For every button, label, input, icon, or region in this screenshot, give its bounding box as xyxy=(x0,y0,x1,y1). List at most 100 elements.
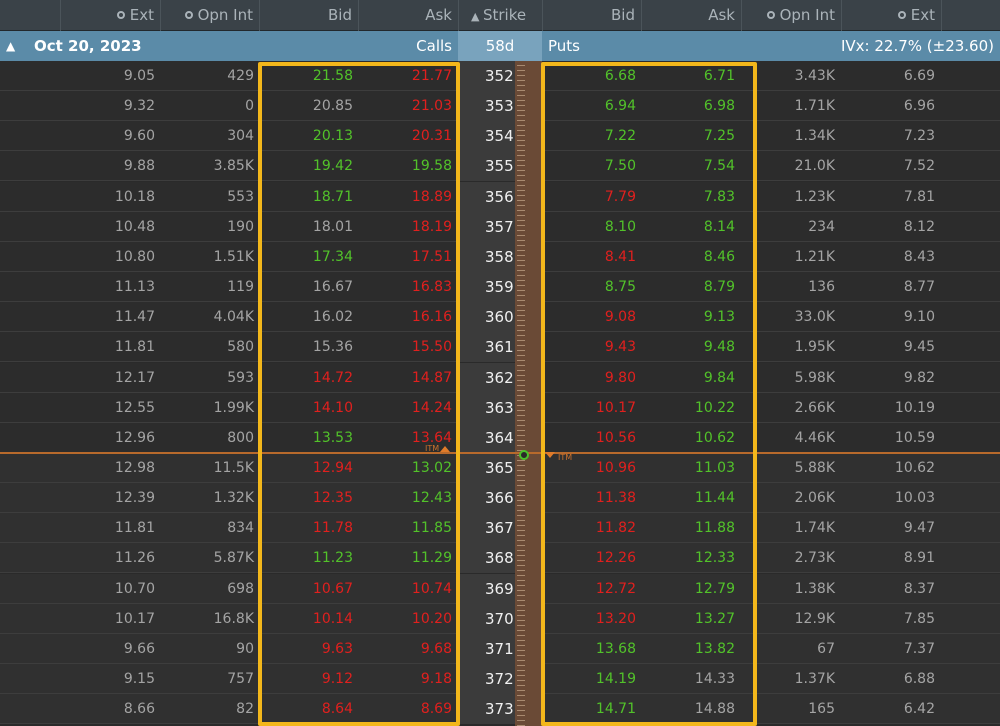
c-ext-cell: 12.17 xyxy=(114,369,155,386)
p-ext-cell: 8.12 xyxy=(903,218,935,235)
table-row[interactable]: 10.17 16.8K 10.14 10.20 13.20 13.27 12.9K 7.85 3… xyxy=(0,603,1000,634)
c-oi-cell: 4.04K xyxy=(213,309,254,326)
c-oi-cell: 3.85K xyxy=(213,158,254,175)
table-row[interactable]: 11.81 580 15.36 15.50 9.43 9.48 1.95K 9.45 361 xyxy=(0,332,1000,363)
col-call-open-interest[interactable]: Opn Int xyxy=(160,0,259,31)
col-label: Bid xyxy=(611,6,635,24)
col-call-ext[interactable]: Ext xyxy=(60,0,160,31)
table-row[interactable]: 12.96 800 13.53 13.64 10.56 10.62 4.46K 10.59 36… xyxy=(0,422,1000,453)
col-call-bid[interactable]: Bid xyxy=(259,0,358,31)
table-row[interactable]: 12.17 593 14.72 14.87 9.80 9.84 5.98K 9.82 362 xyxy=(0,362,1000,393)
c-oi-cell: 800 xyxy=(227,429,254,446)
c-oi-cell: 834 xyxy=(227,520,254,537)
col-put-ext[interactable]: Ext xyxy=(841,0,941,31)
current-price-marker-icon xyxy=(519,450,529,460)
col-label: Strike xyxy=(482,6,527,24)
c-oi-cell: 90 xyxy=(236,640,254,657)
c-oi-cell: 1.32K xyxy=(213,490,254,507)
table-row[interactable]: 12.39 1.32K 12.35 12.43 11.38 11.44 2.06K 10.03… xyxy=(0,483,1000,514)
c-ext-cell: 9.32 xyxy=(123,98,155,115)
c-oi-cell: 553 xyxy=(227,188,254,205)
p-ext-cell: 6.42 xyxy=(903,701,935,718)
c-ext-cell: 9.66 xyxy=(123,640,155,657)
c-oi-cell: 190 xyxy=(227,218,254,235)
p-ext-cell: 10.19 xyxy=(894,399,935,416)
p-ext-cell: 7.85 xyxy=(903,610,935,627)
calls-bid-ask-highlight xyxy=(258,62,460,726)
col-label: Bid xyxy=(328,6,352,24)
expiration-date: Oct 20, 2023 xyxy=(34,37,142,55)
p-ext-cell: 8.77 xyxy=(903,279,935,296)
table-row[interactable]: 10.18 553 18.71 18.89 7.79 7.83 1.23K 7.81 356 xyxy=(0,181,1000,212)
c-ext-cell: 10.17 xyxy=(114,610,155,627)
p-ext-cell: 7.81 xyxy=(903,188,935,205)
c-ext-cell: 10.18 xyxy=(114,188,155,205)
table-row[interactable]: 10.70 698 10.67 10.74 12.72 12.79 1.38K 8.37 369 xyxy=(0,573,1000,604)
table-row[interactable]: 9.60 304 20.13 20.31 7.22 7.25 1.34K 7.23 354 xyxy=(0,121,1000,152)
col-label: Opn Int xyxy=(197,6,253,24)
col-spacer xyxy=(941,0,1000,31)
table-row[interactable]: 11.13 119 16.67 16.83 8.75 8.79 136 8.77 359 xyxy=(0,272,1000,303)
c-oi-cell: 1.99K xyxy=(213,399,254,416)
c-oi-cell: 593 xyxy=(227,369,254,386)
col-put-ask[interactable]: Ask xyxy=(641,0,741,31)
settings-dot-icon xyxy=(897,11,906,19)
table-row[interactable]: 9.32 0 20.85 21.03 6.94 6.98 1.71K 6.96 353 xyxy=(0,91,1000,122)
col-label: Ext xyxy=(910,6,935,24)
c-ext-cell: 12.96 xyxy=(114,429,155,446)
p-ext-cell: 7.37 xyxy=(903,640,935,657)
c-oi-cell: 580 xyxy=(227,339,254,356)
table-row[interactable]: 12.55 1.99K 14.10 14.24 10.17 10.22 2.66K 10.19… xyxy=(0,392,1000,423)
p-ext-cell: 6.96 xyxy=(903,98,935,115)
p-ext-cell: 9.45 xyxy=(903,339,935,356)
col-label: Ask xyxy=(425,6,452,24)
p-ext-cell: 9.10 xyxy=(903,309,935,326)
col-put-bid[interactable]: Bid xyxy=(542,0,641,31)
col-call-ask[interactable]: Ask xyxy=(358,0,458,31)
p-ext-cell: 8.37 xyxy=(903,580,935,597)
c-ext-cell: 10.80 xyxy=(114,248,155,265)
c-oi-cell: 16.8K xyxy=(213,610,254,627)
table-row[interactable]: 8.66 82 8.64 8.69 14.71 14.88 165 6.42 373 xyxy=(0,694,1000,725)
table-row[interactable]: 11.81 834 11.78 11.85 11.82 11.88 1.74K 9.47 367 xyxy=(0,513,1000,544)
c-ext-cell: 9.88 xyxy=(123,158,155,175)
c-ext-cell: 12.55 xyxy=(114,399,155,416)
table-row[interactable]: 10.48 190 18.01 18.19 8.10 8.14 234 8.12 357 xyxy=(0,211,1000,242)
col-strike[interactable]: ▲ Strike xyxy=(458,0,542,31)
p-ext-cell: 6.88 xyxy=(903,671,935,687)
p-ext-cell: 7.52 xyxy=(903,158,935,175)
itm-divider xyxy=(0,452,1000,454)
c-oi-cell: 5.87K xyxy=(213,550,254,567)
strike-ruler xyxy=(515,61,542,726)
c-oi-cell: 82 xyxy=(236,701,254,718)
c-oi-cell: 1.51K xyxy=(213,248,254,265)
settings-dot-icon xyxy=(116,11,125,19)
puts-label: Puts xyxy=(548,37,580,55)
p-ext-cell: 10.62 xyxy=(894,459,935,476)
c-ext-cell: 12.98 xyxy=(114,459,155,476)
table-row[interactable]: 11.47 4.04K 16.02 16.16 9.08 9.13 33.0K 9.10 360 xyxy=(0,302,1000,333)
c-ext-cell: 11.47 xyxy=(114,309,155,326)
settings-dot-icon xyxy=(184,11,193,19)
c-ext-cell: 9.60 xyxy=(123,128,155,145)
table-row[interactable]: 12.98 11.5K 12.94 13.02 10.96 11.03 5.88K 10.62… xyxy=(0,452,1000,483)
col-label: Opn Int xyxy=(779,6,835,24)
table-row[interactable]: 9.15 757 9.12 9.18 14.19 14.33 1.37K 6.88 372 xyxy=(0,664,1000,694)
p-ext-cell: 9.82 xyxy=(903,369,935,386)
table-row[interactable]: 10.80 1.51K 17.34 17.51 8.41 8.46 1.21K 8.43 358 xyxy=(0,241,1000,272)
c-oi-cell: 429 xyxy=(227,68,254,84)
table-row[interactable]: 9.05 429 21.58 21.77 6.68 6.71 3.43K 6.69 352 xyxy=(0,61,1000,91)
table-row[interactable]: 9.88 3.85K 19.42 19.58 7.50 7.54 21.0K 7.52 355 xyxy=(0,151,1000,182)
c-oi-cell: 11.5K xyxy=(213,459,254,476)
col-put-open-interest[interactable]: Opn Int xyxy=(741,0,841,31)
c-oi-cell: 304 xyxy=(227,128,254,145)
p-ext-cell: 9.47 xyxy=(903,520,935,537)
p-ext-cell: 7.23 xyxy=(903,128,935,145)
collapse-chevron-icon[interactable]: ▲ xyxy=(6,31,15,61)
table-row[interactable]: 9.66 90 9.63 9.68 13.68 13.82 67 7.37 371 xyxy=(0,633,1000,664)
ivx-value: IVx: 22.7% (±23.60) xyxy=(840,37,994,55)
table-row[interactable]: 11.26 5.87K 11.23 11.29 12.26 12.33 2.73K 8.91 3… xyxy=(0,543,1000,574)
c-oi-cell: 698 xyxy=(227,580,254,597)
col-label: Ask xyxy=(708,6,735,24)
expiration-row[interactable]: ▲ Oct 20, 2023 Calls 58d Puts IVx: 22.7%… xyxy=(0,31,1000,61)
